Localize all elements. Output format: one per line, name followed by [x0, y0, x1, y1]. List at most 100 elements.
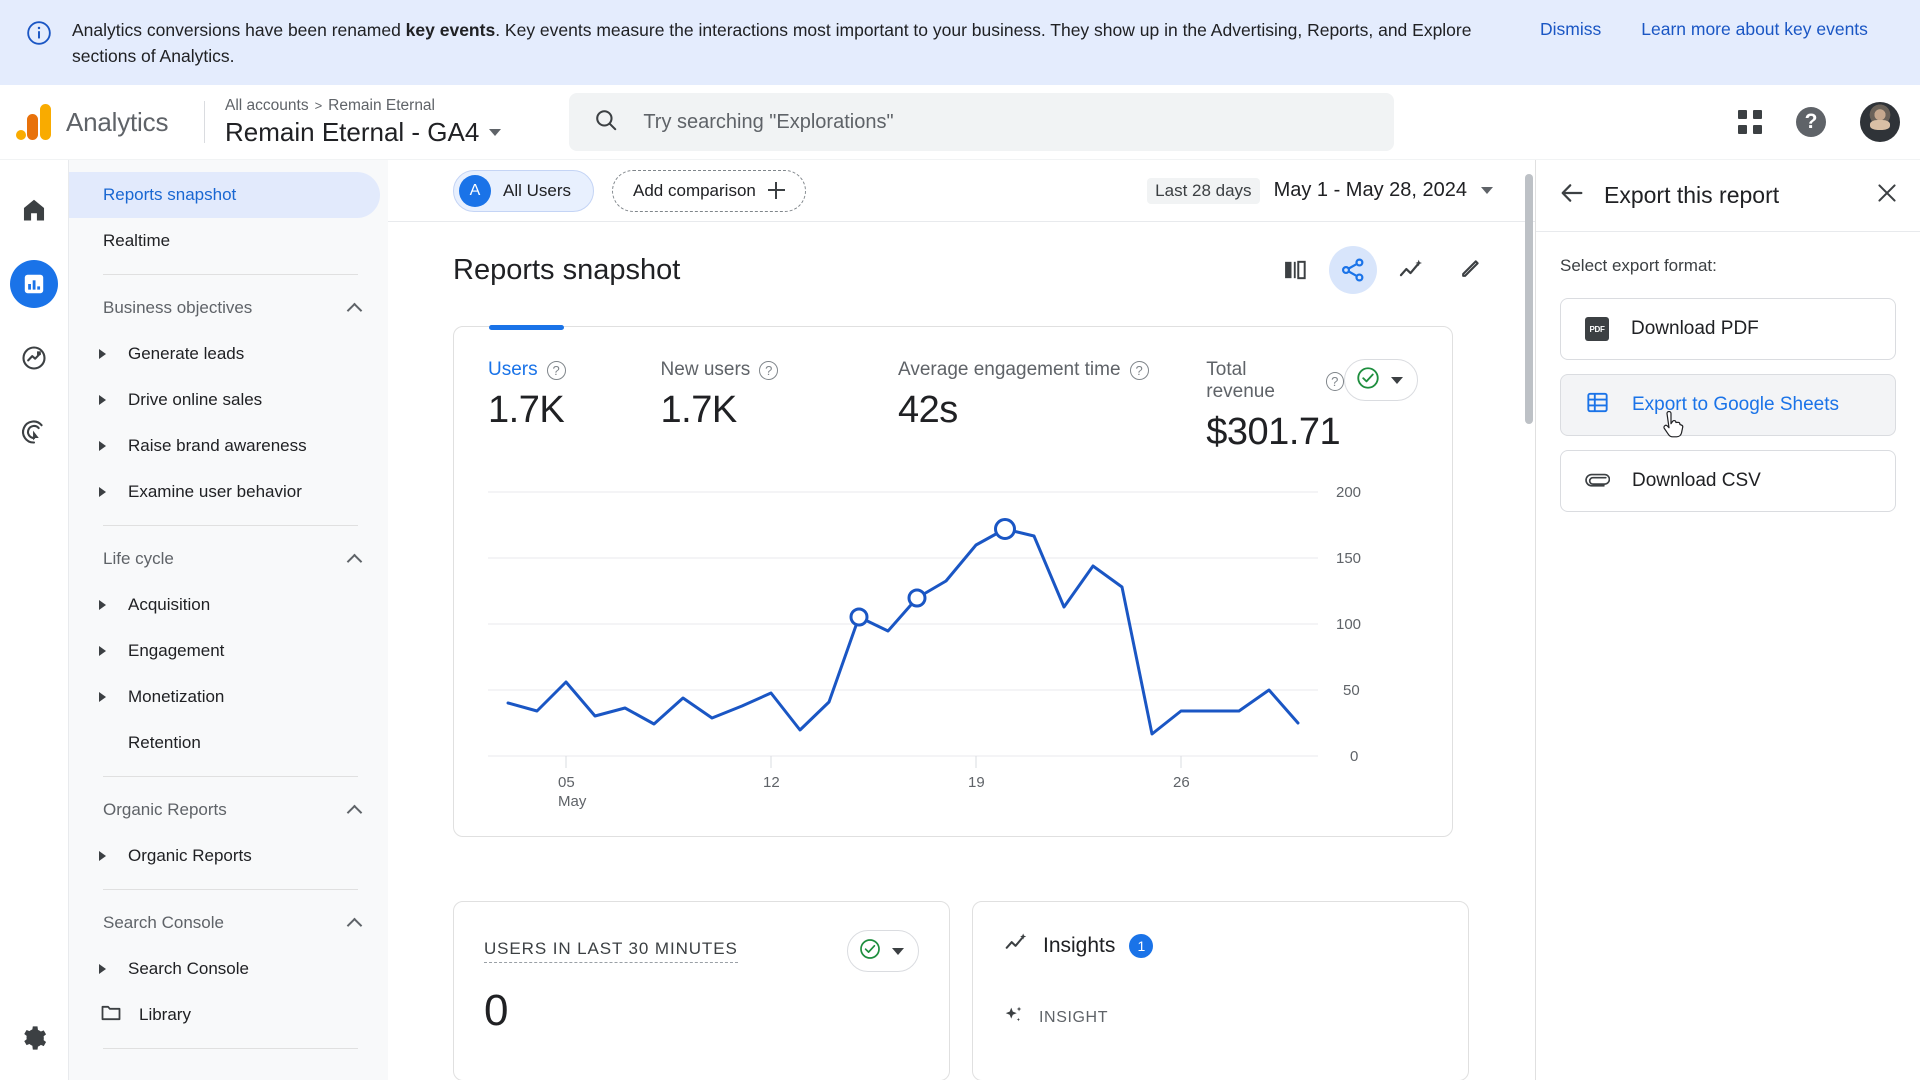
chevron-right-icon [99, 487, 106, 497]
chevron-down-icon[interactable] [489, 128, 502, 136]
avatar[interactable] [1860, 102, 1900, 142]
help-icon[interactable]: ? [759, 360, 779, 380]
sidebar-item-label: Search Console [128, 959, 249, 978]
property-selector[interactable]: All accounts > Remain Eternal Remain Ete… [225, 97, 502, 148]
nav-divider [103, 274, 358, 275]
sidebar-item-search-console[interactable]: Search Console [69, 946, 388, 992]
svg-text:200: 200 [1336, 484, 1361, 501]
download-csv-option[interactable]: Download CSV [1560, 450, 1896, 512]
add-comparison-button[interactable]: Add comparison [612, 169, 806, 212]
date-preset-badge: Last 28 days [1147, 177, 1260, 204]
sidebar-item-label: Library [139, 1005, 191, 1024]
main-scrollbar[interactable] [1525, 174, 1533, 1064]
folder-icon [99, 1001, 123, 1030]
chevron-right-icon [99, 600, 106, 610]
rail-item-explore[interactable] [10, 334, 58, 382]
share-icon[interactable] [1329, 246, 1377, 294]
sidebar-item-drive-online-sales[interactable]: Drive online sales [69, 377, 388, 423]
overview-card: Users ? 1.7K New users ? 1.7K Average en… [453, 325, 1453, 837]
rail-item-reports[interactable] [10, 260, 58, 308]
rail-item-settings[interactable] [10, 1014, 58, 1062]
sidebar-section-business-objectives[interactable]: Business objectives [69, 285, 388, 331]
arrow-left-icon[interactable] [1558, 179, 1586, 212]
page-header: Reports snapshot [388, 222, 1535, 294]
rail-item-home[interactable] [10, 186, 58, 234]
plus-icon [767, 182, 785, 199]
chevron-up-icon[interactable] [346, 804, 363, 820]
metric-total-revenue[interactable]: Total revenue ? $301.71 [1206, 359, 1344, 454]
analytics-bars-icon [16, 104, 56, 140]
apps-grid-icon[interactable] [1738, 110, 1762, 134]
sidebar-item-library[interactable]: Library [69, 992, 388, 1038]
sidebar-section-life-cycle[interactable]: Life cycle [69, 536, 388, 582]
analytics-logo[interactable]: Analytics [0, 104, 200, 140]
nav-divider [103, 1048, 358, 1049]
realtime-value: 0 [484, 986, 509, 1035]
sidebar-item-label: Acquisition [128, 595, 211, 614]
sidebar-item-generate-leads[interactable]: Generate leads [69, 331, 388, 377]
users-line-chart[interactable]: 200 150 100 50 0 05 May 12 19 26 [488, 480, 1418, 810]
metric-label: Average engagement time ? [898, 359, 1206, 381]
segment-chip-all-users[interactable]: A All Users [453, 169, 595, 212]
sidebar-item-acquisition[interactable]: Acquisition [69, 582, 388, 628]
compare-icon[interactable] [1271, 246, 1319, 294]
metric-label-text: Average engagement time [898, 359, 1121, 380]
sidebar-item-realtime[interactable]: Realtime [69, 218, 380, 264]
close-icon[interactable] [1874, 180, 1900, 211]
breadcrumb: All accounts > Remain Eternal [225, 97, 501, 115]
sidebar-item-raise-brand-awareness[interactable]: Raise brand awareness [69, 423, 388, 469]
sidebar-item-monetization[interactable]: Monetization [69, 674, 388, 720]
insights-title: Insights [1043, 934, 1116, 957]
sidebar-section-label: Life cycle [103, 549, 174, 568]
realtime-label[interactable]: USERS IN LAST 30 MINUTES [484, 939, 738, 963]
chevron-down-icon[interactable] [1391, 376, 1403, 384]
metric-new-users[interactable]: New users ? 1.7K [661, 359, 898, 432]
breadcrumb-account[interactable]: Remain Eternal [328, 97, 435, 115]
help-icon[interactable]: ? [1129, 360, 1149, 380]
export-format-label: Select export format: [1560, 256, 1717, 275]
search-input[interactable] [643, 110, 1344, 134]
insights-header[interactable]: Insights 1 [1003, 930, 1438, 962]
active-metric-indicator [489, 325, 564, 330]
sidebar-section-search-console[interactable]: Search Console [69, 900, 388, 946]
chevron-right-icon [99, 646, 106, 656]
export-google-sheets-option[interactable]: Export to Google Sheets [1560, 374, 1896, 438]
nav-divider [103, 889, 358, 890]
scrollbar-thumb[interactable] [1525, 174, 1533, 424]
chevron-down-icon[interactable] [892, 947, 904, 955]
metric-value: 1.7K [488, 389, 565, 431]
help-icon[interactable]: ? [1796, 107, 1826, 137]
sidebar-item-reports-snapshot[interactable]: Reports snapshot [69, 172, 380, 218]
reports-icon [24, 274, 44, 294]
sidebar-item-examine-user-behavior[interactable]: Examine user behavior [69, 469, 388, 515]
chevron-down-icon[interactable] [1481, 187, 1493, 194]
chevron-up-icon[interactable] [346, 302, 363, 318]
insights-icon[interactable] [1387, 246, 1435, 294]
segment-label: All Users [503, 180, 572, 200]
learn-more-link[interactable]: Learn more about key events [1641, 19, 1868, 40]
sidebar-item-engagement[interactable]: Engagement [69, 628, 388, 674]
breadcrumb-root[interactable]: All accounts [225, 97, 309, 115]
chevron-right-icon [99, 395, 106, 405]
metric-avg-engagement-time[interactable]: Average engagement time ? 42s [898, 359, 1206, 432]
sidebar-item-retention[interactable]: Retention [69, 720, 388, 766]
sidebar-item-label: Drive online sales [128, 390, 263, 409]
rail-item-advertising[interactable] [10, 408, 58, 456]
help-icon[interactable]: ? [1325, 371, 1344, 391]
data-quality-dropdown[interactable] [847, 930, 919, 972]
sidebar-item-organic-reports[interactable]: Organic Reports [69, 833, 388, 879]
nav-divider [103, 776, 358, 777]
dismiss-button[interactable]: Dismiss [1540, 19, 1601, 40]
sidebar-section-organic-reports[interactable]: Organic Reports [69, 787, 388, 833]
help-icon[interactable]: ? [546, 360, 566, 380]
download-pdf-option[interactable]: PDF Download PDF [1560, 298, 1896, 360]
search-bar[interactable] [569, 93, 1395, 151]
date-range-picker[interactable]: Last 28 days May 1 - May 28, 2024 [1147, 177, 1493, 204]
data-quality-dropdown[interactable] [1344, 359, 1418, 401]
chevron-up-icon[interactable] [346, 553, 363, 569]
edit-icon[interactable] [1445, 246, 1493, 294]
insight-section: INSIGHT [1003, 1004, 1438, 1031]
metric-value: 1.7K [660, 389, 738, 431]
chevron-up-icon[interactable] [346, 917, 363, 933]
metric-users[interactable]: Users ? 1.7K [488, 359, 661, 432]
